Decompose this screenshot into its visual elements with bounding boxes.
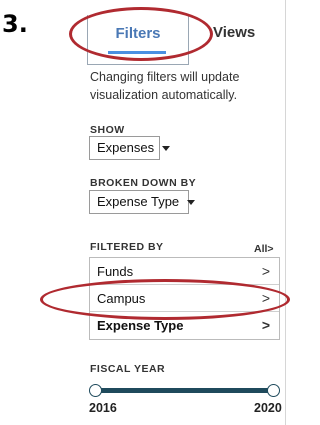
chevron-down-icon — [162, 146, 171, 152]
fiscal-year-start-handle[interactable] — [89, 384, 102, 397]
tab-views[interactable]: Views — [213, 24, 255, 41]
chevron-right-icon: > — [267, 243, 274, 255]
chevron-right-icon: > — [261, 290, 270, 306]
panel-divider — [285, 0, 286, 425]
chevron-right-icon: > — [261, 263, 270, 279]
show-label: SHOW — [90, 124, 125, 136]
filtered-by-label: FILTERED BY — [90, 241, 164, 253]
fiscal-year-slider-track — [95, 388, 275, 393]
show-select-value: Expenses — [97, 140, 155, 155]
filter-item-label: Expense Type — [97, 318, 184, 333]
chevron-right-icon: > — [261, 317, 270, 333]
filter-item-expense-type[interactable]: Expense Type > — [90, 312, 279, 339]
show-select[interactable]: Expenses — [89, 136, 171, 160]
fiscal-year-slider[interactable] — [89, 384, 281, 398]
all-filters-link[interactable]: All> — [254, 243, 274, 255]
tab-filters-label: Filters — [115, 25, 161, 42]
fiscal-year-end-handle[interactable] — [267, 384, 280, 397]
filter-item-label: Funds — [97, 264, 134, 279]
filters-panel: 3. Filters Views Changing filters will u… — [0, 0, 298, 425]
filter-item-campus[interactable]: Campus > — [90, 285, 279, 312]
tab-filters[interactable]: Filters — [87, 15, 189, 65]
filter-list: Funds > Campus > Expense Type > — [89, 257, 280, 340]
all-filters-link-label: All — [254, 243, 268, 255]
broken-down-by-select-value: Expense Type — [97, 194, 180, 209]
broken-down-by-label: BROKEN DOWN BY — [90, 177, 197, 189]
chevron-down-icon — [187, 200, 196, 206]
broken-down-by-select[interactable]: Expense Type — [89, 190, 196, 214]
fiscal-year-end-label: 2020 — [254, 401, 282, 415]
fiscal-year-start-label: 2016 — [89, 401, 117, 415]
help-text: Changing filters will update visualizati… — [90, 70, 240, 102]
step-number-annotation: 3. — [2, 10, 28, 38]
filter-item-label: Campus — [97, 291, 146, 306]
fiscal-year-label: FISCAL YEAR — [90, 363, 166, 375]
filter-item-funds[interactable]: Funds > — [90, 258, 279, 285]
active-tab-indicator — [108, 51, 166, 54]
